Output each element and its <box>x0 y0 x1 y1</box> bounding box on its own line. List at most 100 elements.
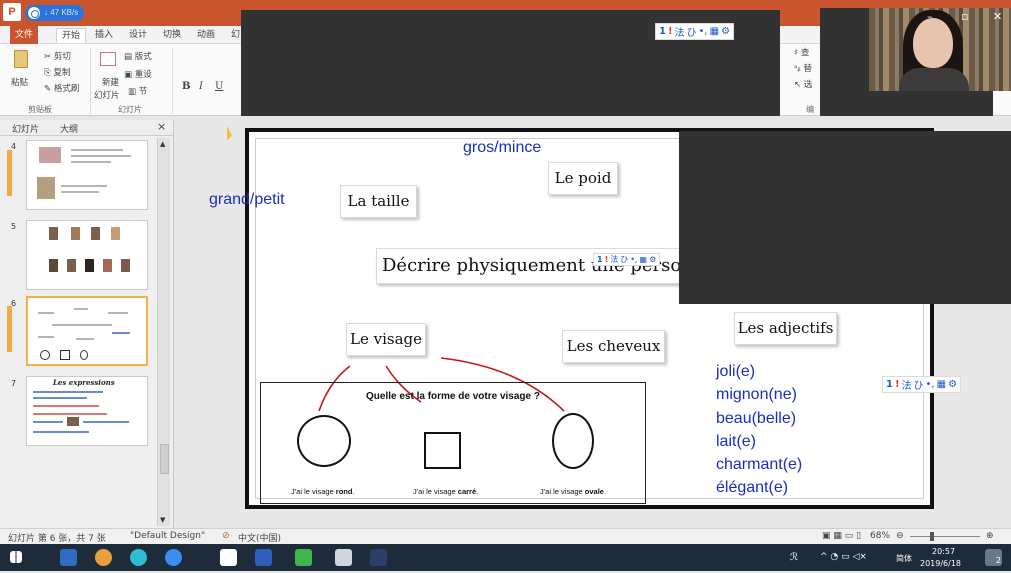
tab-home[interactable]: 开始 <box>56 28 87 43</box>
close-icon[interactable]: ✕ <box>993 10 1002 23</box>
thumbnail-text-line <box>61 185 107 187</box>
face-shape-panel: Quelle est la forme de votre visage ? J'… <box>260 382 646 504</box>
wechat-icon[interactable] <box>295 549 312 566</box>
layout-button[interactable]: ▤ 版式 <box>124 50 152 62</box>
thumbnail-text-line <box>33 413 107 415</box>
spellcheck-icon[interactable]: ⊘ <box>222 531 230 541</box>
zoom-slider[interactable] <box>910 536 980 537</box>
select-button[interactable]: ↖ 选 <box>794 78 812 90</box>
zoom-out-icon[interactable]: ⊖ <box>896 531 904 541</box>
video-editor-icon[interactable] <box>335 549 352 566</box>
thumbnail-image <box>103 259 112 272</box>
theme-name[interactable]: "Default Design" <box>130 531 205 541</box>
taskbar: ℛ ^ ◔ ▭ ◁× 简体 20:57 2019/6/18 2 <box>0 544 1011 571</box>
paste-button[interactable]: 粘贴 <box>11 76 28 88</box>
round-face-shape[interactable] <box>297 415 351 467</box>
close-pane-icon[interactable]: × <box>157 120 166 133</box>
tab-transitions[interactable]: 切换 <box>158 28 186 43</box>
thumbnail-text-line <box>61 191 99 193</box>
slide-thumbnail-7[interactable]: Les expressions <box>26 376 148 446</box>
underline-button[interactable]: U <box>215 81 223 92</box>
webcam-overlay[interactable]: – ▫ ✕ <box>869 8 1011 91</box>
app-icon[interactable] <box>165 549 182 566</box>
paste-icon[interactable] <box>14 50 28 68</box>
find-button[interactable]: ♯ 查 <box>794 46 809 58</box>
thumbnail-text-line <box>33 391 103 393</box>
thumbnail-text-line <box>33 405 99 407</box>
network-speed-widget[interactable]: ↓ 47 KB/s <box>25 5 85 21</box>
italic-button[interactable]: I <box>199 81 203 92</box>
new-slide-button[interactable]: 新建 <box>102 76 119 88</box>
scroll-down-icon[interactable]: ▼ <box>160 516 165 524</box>
scrollbar-thumb[interactable] <box>160 444 169 474</box>
scissors-icon: ✂ <box>44 52 54 62</box>
thumbnail-marker <box>7 150 12 196</box>
reset-icon: ▣ <box>124 70 135 80</box>
people-icon[interactable]: ℛ <box>790 552 798 563</box>
thumbnail-image <box>67 259 76 272</box>
thumbnail-image <box>67 417 79 426</box>
file-explorer-icon[interactable] <box>60 549 77 566</box>
thumbnail-scrollbar[interactable]: ▲ ▼ <box>157 138 170 526</box>
format-painter-button[interactable]: ✎ 格式刷 <box>44 82 79 94</box>
thumbnail-text-line <box>108 312 128 314</box>
ime-toolbar-floating[interactable]: 1! 法ひ •, ▦ ⚙ <box>593 253 661 266</box>
clock-time[interactable]: 20:57 <box>932 547 955 556</box>
tab-slides[interactable]: 幻灯片 <box>12 122 39 135</box>
thumbnail-number: 7 <box>11 379 17 388</box>
view-buttons-icon[interactable]: ▣ ▦ ▭ ▯ <box>822 531 861 541</box>
redacted-region <box>868 90 993 116</box>
cloud-app-icon[interactable] <box>220 549 237 566</box>
slide-thumbnail-pane: 幻灯片 大纲 × 4 5 6 7 Les expressions ▲ ▼ <box>0 120 174 528</box>
french-app-icon[interactable] <box>370 549 387 566</box>
zoom-level[interactable]: 68% <box>870 531 890 541</box>
ribbon-separator <box>172 48 173 114</box>
browser-icon[interactable] <box>95 549 112 566</box>
bold-button[interactable]: B <box>182 81 190 92</box>
reset-button[interactable]: ▣ 重设 <box>124 68 152 80</box>
word-icon[interactable] <box>255 549 272 566</box>
minimize-icon[interactable]: – <box>927 10 933 23</box>
section-button[interactable]: ▥ 节 <box>128 85 147 97</box>
ime-language[interactable]: 简体 <box>896 553 912 564</box>
thumbnail-text-line <box>71 149 123 151</box>
thumbnail-text-line <box>33 431 89 433</box>
copy-button[interactable]: ⎘ 复制 <box>44 66 71 78</box>
status-bar: 幻灯片 第 6 张，共 7 张 "Default Design" ⊘ 中文(中国… <box>0 528 1011 544</box>
face-shape-question: Quelle est la forme de votre visage ? <box>366 391 540 402</box>
thumbnail-image <box>85 259 94 272</box>
tab-design[interactable]: 设计 <box>124 28 152 43</box>
thumbnail-text-line <box>52 324 112 326</box>
clock-date[interactable]: 2019/6/18 <box>920 559 961 568</box>
tray-icons[interactable]: ^ ◔ ▭ ◁× <box>820 552 867 562</box>
thumbnail-image <box>91 227 100 240</box>
tab-file[interactable]: 文件 <box>10 26 39 44</box>
ie-browser-icon[interactable] <box>130 549 147 566</box>
slide-counter: 幻灯片 第 6 张，共 7 张 <box>8 534 106 544</box>
zoom-in-icon[interactable]: ⊕ <box>986 531 994 541</box>
windows-start-icon[interactable] <box>10 551 22 563</box>
scroll-up-icon[interactable]: ▲ <box>160 140 165 148</box>
zoom-slider-handle[interactable] <box>930 532 934 541</box>
tab-insert[interactable]: 插入 <box>90 28 118 43</box>
ime-toolbar-floating[interactable]: 1! 法ひ •, ▦ ⚙ <box>882 376 962 393</box>
slide-thumbnail-6-selected[interactable] <box>26 296 148 366</box>
new-slide-sub-button[interactable]: 幻灯片 <box>94 89 120 101</box>
cut-button[interactable]: ✂ 剪切 <box>44 50 71 62</box>
new-slide-icon[interactable] <box>100 52 116 66</box>
oval-face-shape[interactable] <box>552 413 594 469</box>
thumbnail-text-line <box>83 421 129 423</box>
ime-toolbar[interactable]: 1! 法ひ •, ▦ ⚙ <box>655 23 735 40</box>
maximize-icon[interactable]: ▫ <box>961 10 968 23</box>
square-face-shape[interactable] <box>424 432 461 469</box>
thumbnail-title: Les expressions <box>53 378 115 387</box>
notification-icon[interactable]: 2 <box>985 549 1002 566</box>
slides-group-label: 幻灯片 <box>118 105 142 114</box>
slide-thumbnail-5[interactable] <box>26 220 148 290</box>
replace-button[interactable]: ᵃᵦ 替 <box>794 62 812 74</box>
language-indicator[interactable]: 中文(中国) <box>238 531 281 544</box>
tab-animations[interactable]: 动画 <box>192 28 220 43</box>
redacted-region <box>679 131 1011 304</box>
slide-thumbnail-4[interactable] <box>26 140 148 210</box>
tab-outline[interactable]: 大纲 <box>60 122 78 135</box>
